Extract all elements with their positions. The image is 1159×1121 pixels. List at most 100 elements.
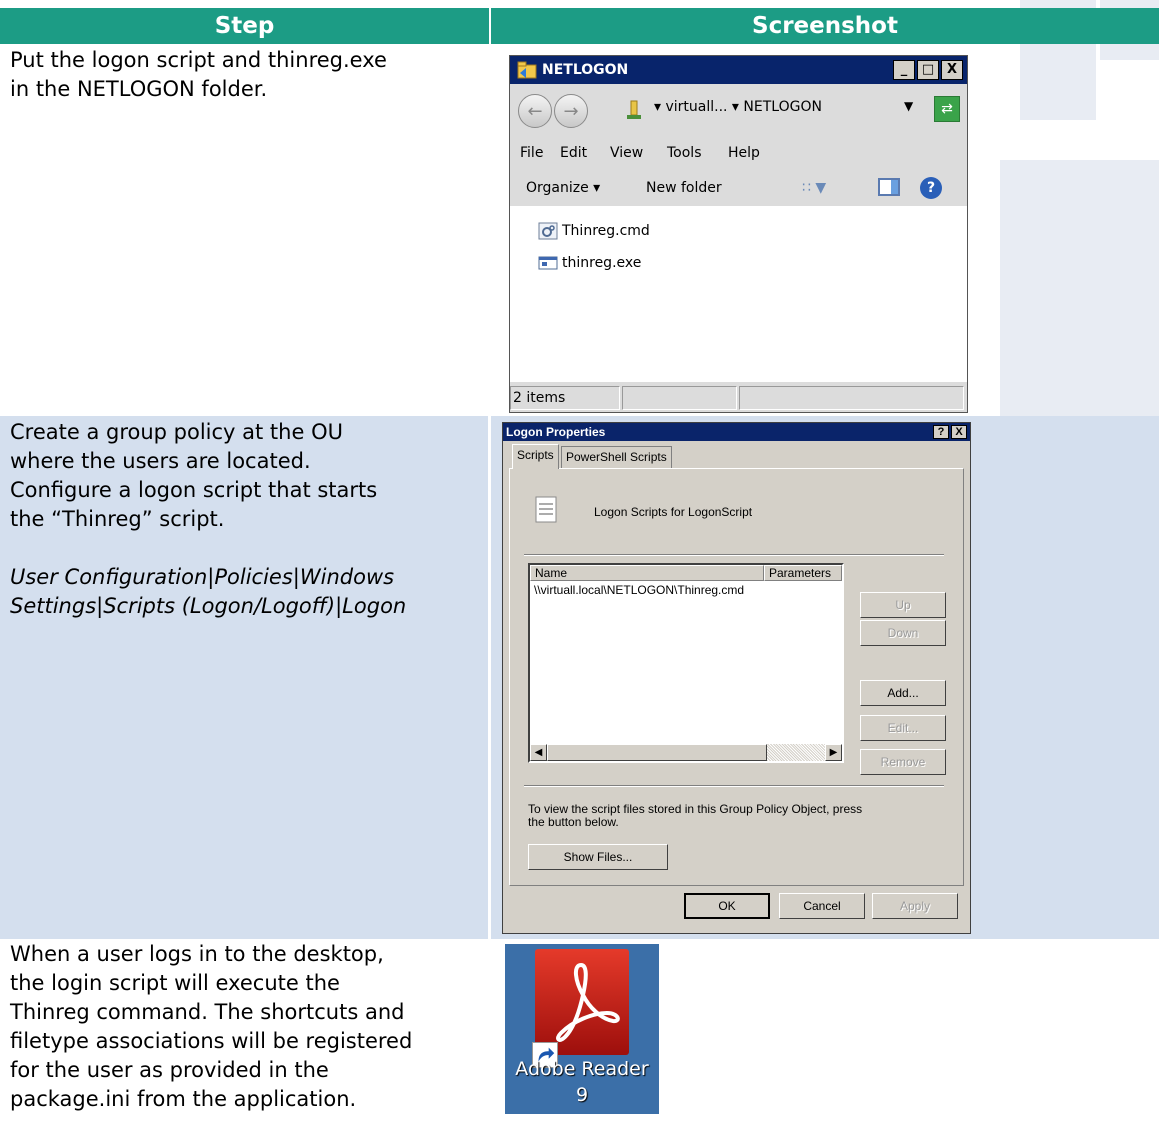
- step-text: filetype associations will be registered: [10, 1029, 413, 1053]
- forward-button[interactable]: →: [554, 94, 588, 128]
- close-button[interactable]: X: [951, 425, 967, 439]
- list-header: Name Parameters: [530, 565, 842, 581]
- show-files-button[interactable]: Show Files...: [528, 844, 668, 870]
- network-folder-icon: [627, 100, 641, 119]
- status-segment: [622, 386, 737, 410]
- step-text: Thinreg command. The shortcuts and: [10, 1000, 405, 1024]
- help-button[interactable]: ?: [933, 425, 949, 439]
- step-text: for the user as provided in the: [10, 1058, 329, 1082]
- tab-scripts[interactable]: Scripts: [512, 444, 559, 469]
- scrollbar-track[interactable]: [767, 744, 825, 761]
- status-item-count: 2 items: [510, 386, 620, 410]
- scripts-list[interactable]: Name Parameters \\virtuall.local\NETLOGO…: [528, 563, 844, 763]
- tab-powershell-scripts[interactable]: PowerShell Scripts: [561, 446, 672, 468]
- menu-tools[interactable]: Tools: [667, 145, 702, 161]
- apply-button[interactable]: Apply: [872, 893, 958, 919]
- menu-bar: File Edit View Tools Help: [510, 138, 967, 168]
- menu-help[interactable]: Help: [728, 145, 760, 161]
- table-header: Step Screenshot: [0, 8, 1159, 44]
- address-dropdown-icon[interactable]: ▼: [904, 99, 913, 113]
- add-button[interactable]: Add...: [860, 680, 946, 706]
- header-screenshot: Screenshot: [752, 13, 898, 39]
- step-text: the login script will execute the: [10, 971, 340, 995]
- minimize-button[interactable]: _: [893, 60, 915, 80]
- separator: [524, 785, 944, 787]
- table-row[interactable]: \\virtuall.local\NETLOGON\Thinreg.cmd: [534, 583, 744, 597]
- panel-heading: Logon Scripts for LogonScript: [594, 505, 753, 519]
- list-item[interactable]: Thinreg.cmd: [538, 220, 650, 242]
- breadcrumb[interactable]: ▾ virtuall... ▾ NETLOGON: [654, 99, 822, 115]
- screenshot-cell: Adobe Reader 9: [491, 939, 1159, 1121]
- scrollbar-thumb[interactable]: [547, 744, 767, 761]
- info-text: To view the script files stored in this …: [528, 803, 948, 829]
- step-text: package.ini from the application.: [10, 1087, 357, 1111]
- menu-view[interactable]: View: [610, 145, 643, 161]
- file-name: thinreg.exe: [562, 255, 642, 271]
- step-cell: Create a group policy at the OU where th…: [0, 416, 488, 939]
- separator: [524, 554, 944, 556]
- dialog-title-bar: Logon Properties ? X: [503, 423, 970, 441]
- scroll-right-icon[interactable]: ▶: [825, 744, 842, 761]
- screenshot-cell: NETLOGON _ □ X ← → ▾ virtuall... ▾ NETLO…: [491, 44, 1159, 416]
- info-line: the button below.: [528, 815, 619, 829]
- menu-edit[interactable]: Edit: [560, 145, 587, 161]
- cancel-button[interactable]: Cancel: [779, 893, 865, 919]
- step-cell: When a user logs in to the desktop, the …: [0, 939, 488, 1121]
- status-bar: 2 items: [510, 382, 967, 412]
- explorer-title-bar: NETLOGON _ □ X: [510, 56, 967, 84]
- netlogon-folder-icon: [517, 61, 537, 79]
- label-line: Adobe Reader: [515, 1058, 649, 1080]
- new-folder-button[interactable]: New folder: [646, 180, 722, 196]
- logon-properties-dialog: Logon Properties ? X Scripts PowerShell …: [502, 422, 971, 934]
- executable-file-icon: [538, 256, 558, 270]
- step-text: When a user logs in to the desktop,: [10, 942, 384, 966]
- dialog-title: Logon Properties: [506, 425, 606, 439]
- column-parameters[interactable]: Parameters: [764, 565, 842, 581]
- organize-button[interactable]: Organize ▾: [526, 180, 600, 196]
- explorer-window: NETLOGON _ □ X ← → ▾ virtuall... ▾ NETLO…: [509, 55, 968, 413]
- column-name[interactable]: Name: [530, 565, 764, 581]
- refresh-icon: ⇄: [941, 101, 953, 117]
- file-list: Thinreg.cmd thinreg.exe: [510, 206, 967, 382]
- scripts-panel: Logon Scripts for LogonScript Name Param…: [509, 468, 964, 886]
- script-file-icon: [538, 222, 558, 240]
- step-text: Create a group policy at the OU: [10, 420, 343, 444]
- step-text: in the NETLOGON folder.: [10, 77, 268, 101]
- menu-file[interactable]: File: [520, 145, 543, 161]
- list-item[interactable]: thinreg.exe: [538, 252, 641, 274]
- toolbar: Organize ▾ New folder ∷ ▼ ?: [510, 168, 967, 206]
- file-name: Thinreg.cmd: [562, 223, 650, 239]
- desktop-icon-label: Adobe Reader 9: [505, 1056, 659, 1108]
- maximize-button[interactable]: □: [917, 60, 939, 80]
- step-text: the “Thinreg” script.: [10, 507, 225, 531]
- script-document-icon: [535, 496, 557, 523]
- steps-table: Step Screenshot Put the logon script and…: [0, 8, 1159, 1121]
- table-row: Put the logon script and thinreg.exe in …: [0, 44, 1159, 416]
- views-icon[interactable]: ∷ ▼: [802, 180, 826, 196]
- label-line: 9: [575, 1084, 589, 1106]
- step-cell: Put the logon script and thinreg.exe in …: [0, 44, 488, 416]
- edit-button[interactable]: Edit...: [860, 715, 946, 741]
- table-row: When a user logs in to the desktop, the …: [0, 939, 1159, 1121]
- step-text: Configure a logon script that starts: [10, 478, 378, 502]
- scroll-left-icon[interactable]: ◀: [530, 744, 547, 761]
- down-button[interactable]: Down: [860, 620, 946, 646]
- desktop-shortcut[interactable]: Adobe Reader 9: [505, 944, 659, 1114]
- status-segment: [739, 386, 964, 410]
- refresh-button[interactable]: ⇄: [934, 96, 960, 122]
- preview-pane-icon[interactable]: [878, 178, 900, 196]
- ok-button[interactable]: OK: [684, 893, 770, 919]
- up-button[interactable]: Up: [860, 592, 946, 618]
- policy-path: User Configuration|Policies|Windows: [10, 565, 395, 589]
- close-button[interactable]: X: [941, 60, 963, 80]
- back-button[interactable]: ←: [518, 94, 552, 128]
- help-icon[interactable]: ?: [920, 177, 942, 199]
- step-text: where the users are located.: [10, 449, 311, 473]
- back-arrow-icon: ←: [527, 100, 543, 122]
- horizontal-scrollbar[interactable]: ◀ ▶: [530, 744, 842, 761]
- address-bar: ← → ▾ virtuall... ▾ NETLOGON ▼ ⇄: [510, 84, 967, 136]
- policy-path: Settings|Scripts (Logon/Logoff)|Logon: [10, 594, 407, 618]
- remove-button[interactable]: Remove: [860, 749, 946, 775]
- header-step: Step: [214, 13, 275, 39]
- forward-arrow-icon: →: [563, 100, 579, 122]
